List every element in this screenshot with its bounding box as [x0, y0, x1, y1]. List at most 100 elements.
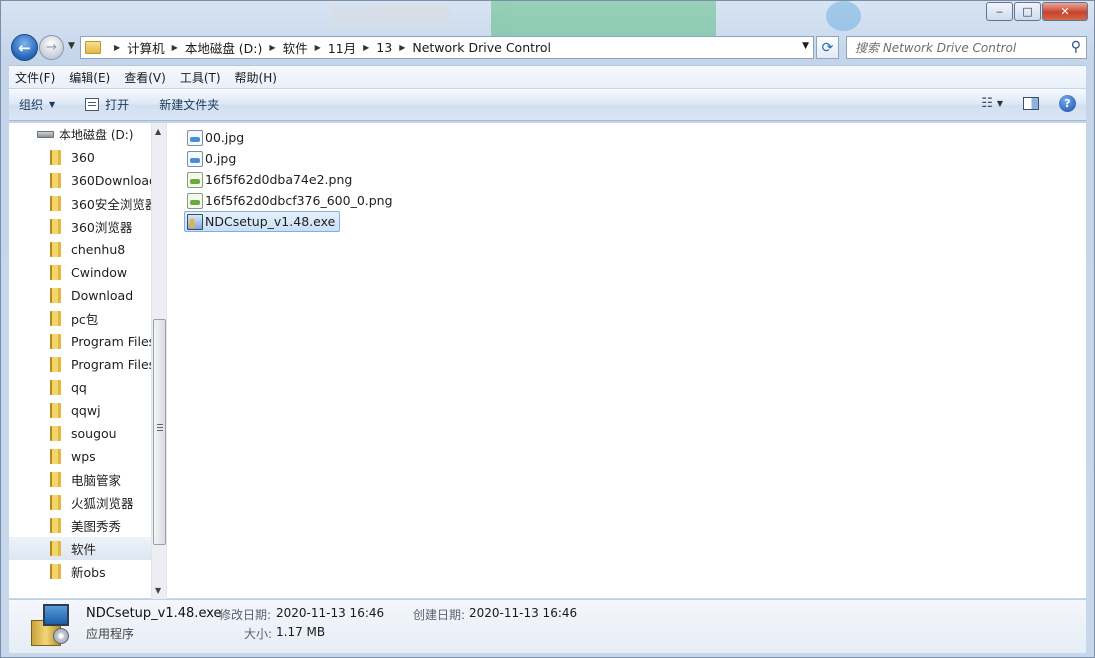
breadcrumb-separator-icon[interactable]: ▶: [269, 43, 275, 52]
tree-item-folder[interactable]: 软件: [9, 537, 151, 560]
tree-item-folder[interactable]: 新obs: [9, 560, 151, 583]
tree-item-folder[interactable]: wps: [9, 445, 151, 468]
title-bar[interactable]: ‒ □ ✕: [1, 1, 1094, 37]
tree-item-label: sougou: [71, 426, 117, 441]
tree-item-drive-d[interactable]: 本地磁盘 (D:): [37, 126, 133, 143]
tree-item-folder[interactable]: 360Download: [9, 169, 151, 192]
tree-item-label: 360安全浏览器: [71, 197, 151, 212]
refresh-button[interactable]: ⟳: [816, 36, 839, 59]
open-icon: [85, 98, 100, 111]
tree-item-label: 电脑管家: [71, 473, 122, 488]
breadcrumb-item[interactable]: Network Drive Control: [412, 40, 551, 55]
new-folder-button[interactable]: 新建文件夹: [159, 96, 219, 113]
address-bar[interactable]: ▶ 计算机 ▶ 本地磁盘 (D:) ▶ 软件 ▶ 11月 ▶ 13 ▶ Network Drive C…: [80, 36, 814, 59]
file-name: 00.jpg: [205, 130, 245, 145]
tree-item-folder[interactable]: Cwindow: [9, 261, 151, 284]
tree-item-folder[interactable]: 360安全浏览器: [9, 192, 151, 215]
tree-item-label: 360浏览器: [71, 220, 133, 235]
folder-icon: [50, 288, 61, 303]
tree-item-folder[interactable]: chenhu8: [9, 238, 151, 261]
open-button[interactable]: 打开: [85, 96, 129, 113]
tree-item-folder[interactable]: 火狐浏览器: [9, 491, 151, 514]
back-button[interactable]: ←: [11, 34, 38, 61]
details-file-type: 应用程序: [86, 627, 135, 641]
file-item[interactable]: 16f5f62d0dba74e2.png: [184, 169, 357, 190]
tree-item-folder[interactable]: qqwj: [9, 399, 151, 422]
menu-item[interactable]: 工具(T): [180, 69, 221, 86]
file-item[interactable]: 0.jpg: [184, 148, 241, 169]
tree-item-folder[interactable]: Program Files: [9, 330, 151, 353]
breadcrumb-item[interactable]: 计算机: [127, 38, 165, 57]
tree-item-folder[interactable]: 电脑管家: [9, 468, 151, 491]
nav-scrollbar[interactable]: ▲ ▼: [151, 123, 166, 599]
breadcrumb-item[interactable]: 软件: [283, 38, 308, 57]
menu-item[interactable]: 查看(V): [124, 69, 166, 86]
file-list: 00.jpg 0.jpg 16f5f62d0dba74e2.png 16f5f62d0…: [168, 123, 1086, 599]
file-item[interactable]: 00.jpg: [184, 127, 249, 148]
close-icon: ✕: [1060, 5, 1070, 18]
help-icon[interactable]: ?: [1059, 95, 1076, 112]
view-mode-dropdown[interactable]: ▼: [997, 99, 1003, 108]
folder-icon: [50, 173, 61, 188]
recent-pages-dropdown[interactable]: ▼: [68, 41, 75, 51]
minimize-button[interactable]: ‒: [986, 2, 1013, 21]
menu-item[interactable]: 编辑(E): [69, 69, 110, 86]
folder-icon: [50, 311, 61, 326]
menu-bar: 文件(F) 编辑(E) 查看(V) 工具(T) 帮助(H): [9, 65, 1086, 88]
tree-item-label: 软件: [71, 542, 97, 557]
drive-label: 本地磁盘 (D:): [59, 128, 134, 142]
breadcrumb-separator-icon[interactable]: ▶: [172, 43, 178, 52]
ghost-block: [826, 1, 861, 31]
close-button[interactable]: ✕: [1042, 2, 1088, 21]
folder-icon: [85, 41, 101, 54]
organize-button[interactable]: 组织 ▼: [19, 96, 55, 113]
tree-item-folder[interactable]: Download: [9, 284, 151, 307]
tree-item-folder[interactable]: Program Files: [9, 353, 151, 376]
tree-item-folder[interactable]: sougou: [9, 422, 151, 445]
breadcrumb-item[interactable]: 13: [376, 40, 392, 55]
tree-item-label: qq: [71, 380, 87, 395]
breadcrumb-separator-icon[interactable]: ▶: [315, 43, 321, 52]
breadcrumb-separator-icon[interactable]: ▶: [114, 43, 120, 52]
breadcrumb-item[interactable]: 本地磁盘 (D:): [185, 38, 263, 57]
file-name: 16f5f62d0dba74e2.png: [205, 172, 353, 187]
tree-item-label: Download: [71, 288, 134, 303]
address-dropdown-icon[interactable]: ▼: [802, 41, 809, 51]
breadcrumb-item[interactable]: 11月: [328, 38, 356, 57]
view-mode-icon[interactable]: ☷: [981, 96, 993, 111]
jpg-file-icon: [187, 150, 203, 167]
view-controls: ☷ ▼ ?: [981, 95, 1076, 112]
breadcrumb-separator-icon[interactable]: ▶: [363, 43, 369, 52]
menu-item[interactable]: 文件(F): [15, 69, 55, 86]
tree-item-folder[interactable]: 360浏览器: [9, 215, 151, 238]
tree-item-folder[interactable]: 美图秀秀: [9, 514, 151, 537]
breadcrumb-separator-icon[interactable]: ▶: [399, 43, 405, 52]
preview-pane-icon[interactable]: [1023, 97, 1039, 110]
tree-item-folder[interactable]: 360: [9, 146, 151, 169]
folder-icon: [50, 518, 61, 533]
folder-icon: [50, 449, 61, 464]
tree-item-folder[interactable]: qq: [9, 376, 151, 399]
scroll-thumb[interactable]: [153, 319, 166, 545]
background-window-ghost: [301, 1, 861, 37]
scroll-up-icon[interactable]: ▲: [155, 127, 161, 136]
menu-item[interactable]: 帮助(H): [235, 69, 277, 86]
file-item[interactable]: 16f5f62d0dbcf376_600_0.png: [184, 190, 398, 211]
file-item[interactable]: NDCsetup_v1.48.exe: [184, 211, 341, 232]
folder-icon: [50, 380, 61, 395]
tree-item-label: wps: [71, 449, 96, 464]
forward-arrow-icon: →: [46, 40, 57, 55]
minimize-icon: ‒: [996, 5, 1003, 18]
search-input[interactable]: 搜索 Network Drive Control ⚲: [846, 36, 1087, 59]
tree-item-folder[interactable]: pc包: [9, 307, 151, 330]
forward-button[interactable]: →: [39, 35, 64, 60]
maximize-button[interactable]: □: [1014, 2, 1041, 21]
window-controls: ‒ □ ✕: [985, 2, 1088, 21]
search-icon[interactable]: ⚲: [1071, 39, 1081, 55]
ghost-block: [331, 3, 451, 27]
folder-icon: [50, 150, 61, 165]
search-placeholder: 搜索 Network Drive Control: [855, 41, 1017, 55]
tree-item-label: chenhu8: [71, 242, 126, 257]
folder-icon: [50, 426, 61, 441]
scroll-down-icon[interactable]: ▼: [155, 586, 161, 595]
